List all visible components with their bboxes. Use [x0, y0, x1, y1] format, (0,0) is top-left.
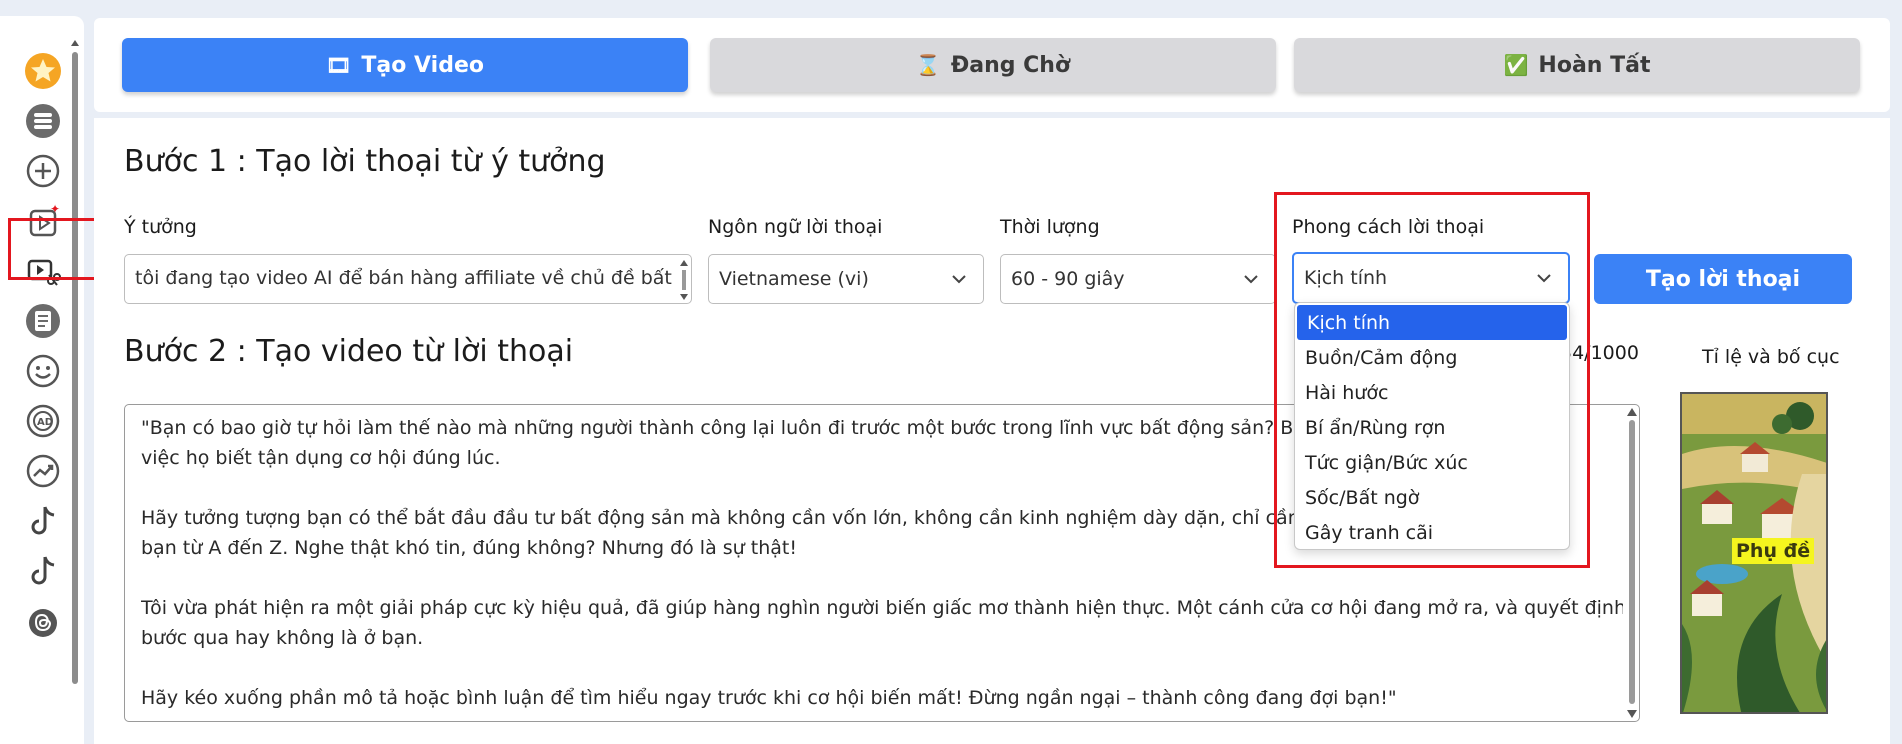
- step2-title: Bước 2 : Tạo video từ lời thoại: [124, 334, 574, 369]
- layout-preview-thumbnail[interactable]: Phụ đề: [1680, 392, 1828, 714]
- style-value: Kịch tính: [1304, 267, 1388, 289]
- style-select[interactable]: Kịch tính: [1292, 252, 1570, 304]
- language-label: Ngôn ngữ lời thoại: [708, 216, 883, 238]
- script-scrollbar[interactable]: [1626, 406, 1638, 720]
- film-icon: 🎞: [326, 53, 352, 77]
- video-edit-icon[interactable]: [22, 250, 64, 292]
- tab-create-video[interactable]: 🎞 Tạo Video: [122, 38, 688, 92]
- check-icon: ✅: [1503, 53, 1529, 77]
- idea-scrollbar[interactable]: [680, 258, 688, 302]
- add-icon[interactable]: [22, 150, 64, 192]
- idea-input-value: tôi đang tạo video AI để bán hàng affili…: [135, 267, 672, 289]
- tab-label: Đang Chờ: [950, 52, 1071, 78]
- script-line: bước qua hay không là ở bạn.: [141, 627, 424, 649]
- chevron-down-icon: [952, 275, 966, 284]
- hourglass-icon: ⌛: [915, 53, 941, 77]
- tab-label: Hoàn Tất: [1538, 52, 1651, 78]
- style-option[interactable]: Kịch tính: [1297, 305, 1567, 340]
- tiktok-icon[interactable]: [22, 500, 64, 542]
- ad-icon[interactable]: AD: [22, 400, 64, 442]
- duration-value: 60 - 90 giây: [1011, 268, 1125, 290]
- tab-bar: 🎞 Tạo Video ⌛ Đang Chờ ✅ Hoàn Tất: [94, 18, 1890, 112]
- svg-text:✦: ✦: [50, 202, 60, 216]
- tab-label: Tạo Video: [361, 52, 484, 78]
- smiley-icon[interactable]: [22, 350, 64, 392]
- sidebar: ✦ AD: [0, 16, 84, 744]
- chevron-down-icon: [1244, 275, 1258, 284]
- style-option[interactable]: Tức giận/Bức xúc: [1295, 445, 1569, 480]
- style-option[interactable]: Bí ẩn/Rùng rợn: [1295, 410, 1569, 445]
- tab-completed[interactable]: ✅ Hoàn Tất: [1294, 38, 1860, 92]
- language-value: Vietnamese (vi): [719, 268, 869, 290]
- idea-label: Ý tưởng: [124, 216, 197, 238]
- sidebar-scrollbar[interactable]: [72, 52, 78, 684]
- svg-text:AD: AD: [37, 417, 53, 428]
- tab-pending[interactable]: ⌛ Đang Chờ: [710, 38, 1276, 92]
- document-icon[interactable]: [22, 300, 64, 342]
- subtitle-badge: Phụ đề: [1732, 538, 1815, 564]
- style-option[interactable]: Sốc/Bất ngờ: [1295, 480, 1569, 515]
- trend-icon[interactable]: [22, 450, 64, 492]
- threads-icon[interactable]: [22, 600, 64, 642]
- language-select[interactable]: Vietnamese (vi): [708, 254, 984, 304]
- style-label: Phong cách lời thoại: [1292, 216, 1485, 238]
- ratio-layout-label: Tỉ lệ và bố cục: [1702, 346, 1840, 368]
- idea-input[interactable]: tôi đang tạo video AI để bán hàng affili…: [124, 254, 692, 304]
- chevron-down-icon: [1537, 274, 1551, 283]
- generate-script-button[interactable]: Tạo lời thoại: [1594, 254, 1852, 304]
- style-option[interactable]: Hài hước: [1295, 375, 1569, 410]
- sidebar-scroll-up-icon[interactable]: [71, 40, 79, 46]
- style-dropdown: Kịch tính Buồn/Cảm động Hài hước Bí ẩn/R…: [1294, 302, 1570, 550]
- script-line: Hãy kéo xuống phần mô tả hoặc bình luận …: [141, 687, 1397, 709]
- script-line: Tôi vừa phát hiện ra một giải pháp cực k…: [141, 597, 1623, 619]
- character-counter: 54/1000: [1560, 342, 1639, 364]
- duration-label: Thời lượng: [1000, 216, 1100, 238]
- list-icon[interactable]: [22, 100, 64, 142]
- duration-select[interactable]: 60 - 90 giây: [1000, 254, 1276, 304]
- style-option[interactable]: Gây tranh cãi: [1295, 515, 1569, 550]
- tiktok-icon-2[interactable]: [22, 550, 64, 592]
- star-icon[interactable]: [22, 50, 64, 92]
- step1-title: Bước 1 : Tạo lời thoại từ ý tưởng: [124, 144, 606, 179]
- style-option[interactable]: Buồn/Cảm động: [1295, 340, 1569, 375]
- video-ai-icon[interactable]: ✦: [22, 200, 64, 242]
